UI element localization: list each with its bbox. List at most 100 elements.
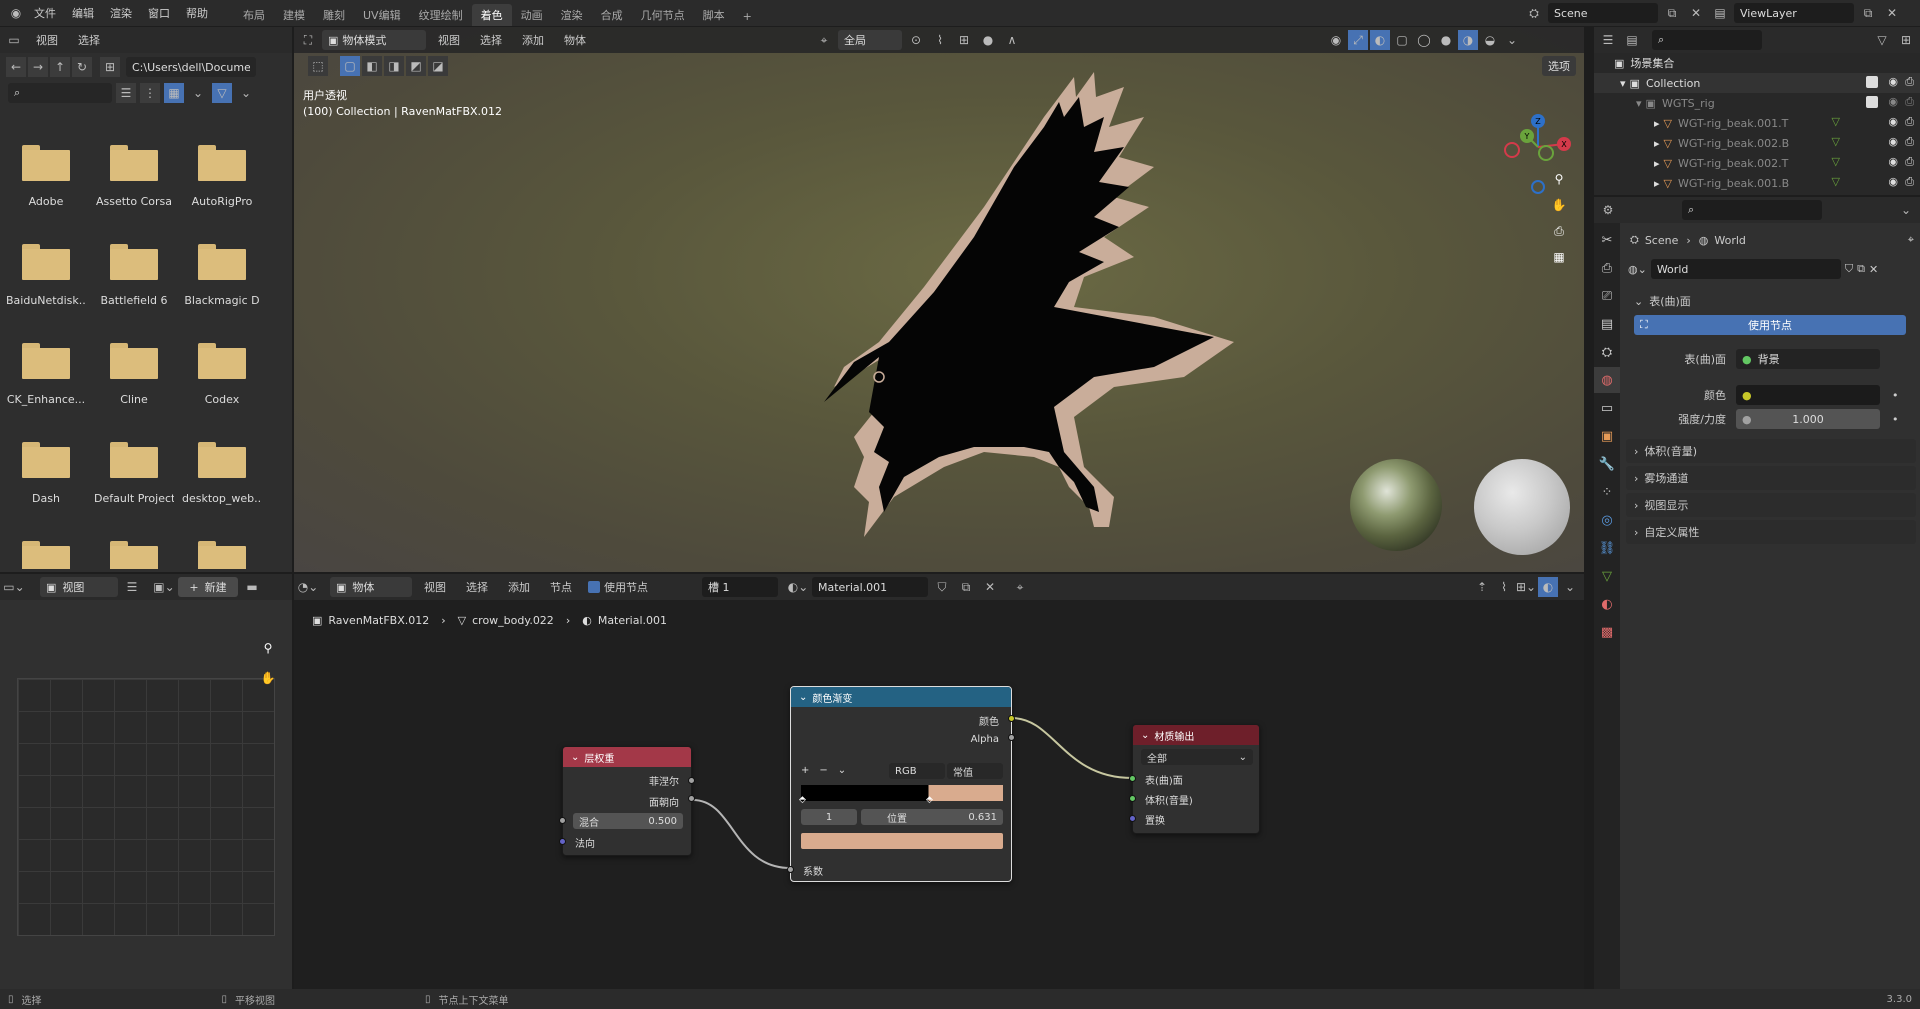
expand-icon[interactable]: ▸ xyxy=(1654,177,1660,190)
view-mode-dropdown[interactable]: ▣ 视图 xyxy=(40,577,118,597)
output-tab-icon[interactable]: ⎚ xyxy=(1594,283,1620,309)
scene-selector[interactable]: Scene xyxy=(1548,3,1658,23)
visibility-icon[interactable]: ◉ xyxy=(1326,30,1346,50)
view-layer-tab-icon[interactable]: ▤ xyxy=(1594,311,1620,337)
outliner-root[interactable]: ▣ 场景集合 xyxy=(1594,53,1920,73)
color-ramp-gradient[interactable] xyxy=(801,785,1003,801)
delete-view-layer-icon[interactable]: ✕ xyxy=(1882,3,1902,23)
eye-icon[interactable]: ◉ xyxy=(1888,135,1898,148)
outliner-filter-icon[interactable]: ▽ xyxy=(1872,30,1892,50)
folder-item[interactable] xyxy=(182,541,262,569)
zoom-icon[interactable]: ⚲ xyxy=(1549,169,1569,189)
new-image-button[interactable]: + 新建 xyxy=(178,577,238,597)
overlay-toggle-icon[interactable]: ◐ xyxy=(1370,30,1390,50)
outliner-row[interactable]: ▾ ▣ WGTS_rig ◉ ⎙ xyxy=(1594,93,1920,113)
render-tab-icon[interactable]: ⎙ xyxy=(1594,255,1620,281)
folder-item[interactable]: Blackmagic D xyxy=(182,244,262,307)
layer-weight-node[interactable]: ⌄ 层权重 菲涅尔 面朝向 混合 0.500 法向 xyxy=(559,746,695,856)
interpolation-dropdown[interactable]: 常值 xyxy=(947,763,1003,779)
color-field[interactable]: ● xyxy=(1736,385,1880,405)
surface-section-header[interactable]: ⌄ 表(曲)面 xyxy=(1626,289,1916,313)
outliner-row[interactable]: ▸ ▽ WGT-rig_beak.001.T ▽ ◉ ⎙ xyxy=(1594,113,1920,133)
fake-user-icon[interactable]: ⛉ xyxy=(1845,262,1853,276)
viewport-3d[interactable]: ⛶ ▣ 物体模式 视图 选择 添加 物体 ⌖ 全局 ⊙ ⌇ ⊞ ● ∧ ◉ ⤢ ◐… xyxy=(294,27,1584,572)
view-layer-selector[interactable]: ViewLayer xyxy=(1734,3,1854,23)
zoom-icon[interactable]: ⚲ xyxy=(258,638,278,658)
menu-window[interactable]: 窗口 xyxy=(140,5,178,21)
checkbox-icon[interactable] xyxy=(1866,96,1878,108)
fb-menu-select[interactable]: 选择 xyxy=(70,32,108,48)
physics-tab-icon[interactable]: ◎ xyxy=(1594,507,1620,533)
outliner-row[interactable]: ▸ ▽ WGT-rig_beak.001.B ▽ ◉ ⎙ xyxy=(1594,173,1920,193)
use-nodes-button[interactable]: ⛶ 使用节点 xyxy=(1634,315,1906,335)
stop-color-swatch[interactable] xyxy=(801,833,1003,849)
scene-tab-icon[interactable]: ⛭ xyxy=(1594,339,1620,365)
viewport-display-section[interactable]: › 视图显示 xyxy=(1626,493,1916,517)
mode-dropdown[interactable]: ▣ 物体模式 xyxy=(322,30,426,50)
list-view-icon[interactable]: ☰ xyxy=(116,83,136,103)
properties-editor-icon[interactable]: ⚙ xyxy=(1598,200,1618,220)
checkbox-icon[interactable] xyxy=(1866,76,1878,88)
pivot-icon[interactable]: ⊙ xyxy=(906,30,926,50)
tab-modeling[interactable]: 建模 xyxy=(274,4,314,26)
unlink-icon[interactable]: ✕ xyxy=(1869,263,1878,276)
vp-menu-object[interactable]: 物体 xyxy=(556,32,594,48)
filter-dropdown-icon[interactable]: ⌄ xyxy=(236,83,256,103)
snap-target-icon[interactable]: ⊞ xyxy=(954,30,974,50)
tab-compositing[interactable]: 合成 xyxy=(592,4,632,26)
texture-tab-icon[interactable]: ▩ xyxy=(1594,619,1620,645)
gizmo-toggle-icon[interactable]: ⤢ xyxy=(1348,30,1368,50)
path-field[interactable]: C:\Users\dell\Docume... xyxy=(126,57,256,77)
output-target-dropdown[interactable]: 全部 ⌄ xyxy=(1141,749,1253,765)
wireframe-shading-icon[interactable]: ◯ xyxy=(1414,30,1434,50)
blender-logo-icon[interactable]: ◉ xyxy=(6,3,26,23)
expand-icon[interactable]: ▸ xyxy=(1654,137,1660,150)
pan-hand-icon[interactable]: ✋ xyxy=(1549,195,1569,215)
displacement-input-socket[interactable] xyxy=(1129,815,1136,822)
render-camera-icon[interactable]: ⎙ xyxy=(1905,115,1914,129)
render-camera-icon[interactable]: ⎙ xyxy=(1905,175,1914,189)
display-dropdown-icon[interactable]: ⌄ xyxy=(188,83,208,103)
keyframe-dot-icon[interactable]: • xyxy=(1892,389,1899,402)
tab-rendering[interactable]: 渲染 xyxy=(552,4,592,26)
display-mode-icon[interactable]: ▤ xyxy=(1622,30,1642,50)
pin-icon[interactable]: ⌖ xyxy=(1908,233,1914,247)
material-tab-icon[interactable]: ◐ xyxy=(1594,591,1620,617)
tab-shading[interactable]: 着色 xyxy=(471,4,512,26)
new-view-layer-icon[interactable]: ⧉ xyxy=(1858,3,1878,23)
shading-options-icon[interactable]: ⌄ xyxy=(1502,30,1522,50)
menu-file[interactable]: 文件 xyxy=(26,5,64,21)
ramp-menu-icon[interactable]: ⌄ xyxy=(838,765,846,776)
position-slider[interactable]: 位置 0.631 xyxy=(861,809,1003,825)
expand-icon[interactable]: ▸ xyxy=(1654,117,1660,130)
folder-item[interactable]: CK_Enhance... xyxy=(6,343,86,406)
render-camera-icon[interactable]: ⎙ xyxy=(1905,95,1914,109)
ramp-stop-handle-active[interactable]: ⬘ xyxy=(926,795,933,805)
volume-input-socket[interactable] xyxy=(1129,795,1136,802)
expand-icon[interactable]: ▾ xyxy=(1620,77,1626,90)
back-icon[interactable]: ← xyxy=(6,57,26,77)
outliner-editor-icon[interactable]: ☰ xyxy=(1598,30,1618,50)
delete-scene-icon[interactable]: ✕ xyxy=(1686,3,1706,23)
particles-tab-icon[interactable]: ⁘ xyxy=(1594,479,1620,505)
select-invert-icon[interactable]: ◩ xyxy=(406,56,426,76)
surface-input-socket[interactable] xyxy=(1129,775,1136,782)
mist-section[interactable]: › 雾场通道 xyxy=(1626,466,1916,490)
properties-search-input[interactable]: ⌕ xyxy=(1682,200,1822,220)
eye-icon[interactable]: ◉ xyxy=(1888,95,1898,108)
strength-field[interactable]: ● 1.000 xyxy=(1736,409,1880,429)
folder-item[interactable]: Default Project xyxy=(94,442,174,505)
folder-item[interactable] xyxy=(6,541,86,569)
detail-view-icon[interactable]: ⋮ xyxy=(140,83,160,103)
expand-icon[interactable]: ▾ xyxy=(1636,97,1642,110)
render-camera-icon[interactable]: ⎙ xyxy=(1905,135,1914,149)
node-editor-panel[interactable]: ◔⌄ ▣ 物体 视图 选择 添加 节点 使用节点 槽 1 ◐⌄ Material.… xyxy=(294,574,1584,989)
editor-type-icon[interactable]: ▭⌄ xyxy=(3,577,24,597)
world-name-field[interactable]: World xyxy=(1650,259,1841,279)
image-browse-icon[interactable]: ▣⌄ xyxy=(153,577,174,597)
menu-edit[interactable]: 编辑 xyxy=(64,5,102,21)
refresh-icon[interactable]: ↻ xyxy=(72,57,92,77)
folder-item[interactable]: Codex xyxy=(182,343,262,406)
tab-sculpting[interactable]: 雕刻 xyxy=(314,4,354,26)
alpha-output-socket[interactable] xyxy=(1008,734,1015,741)
